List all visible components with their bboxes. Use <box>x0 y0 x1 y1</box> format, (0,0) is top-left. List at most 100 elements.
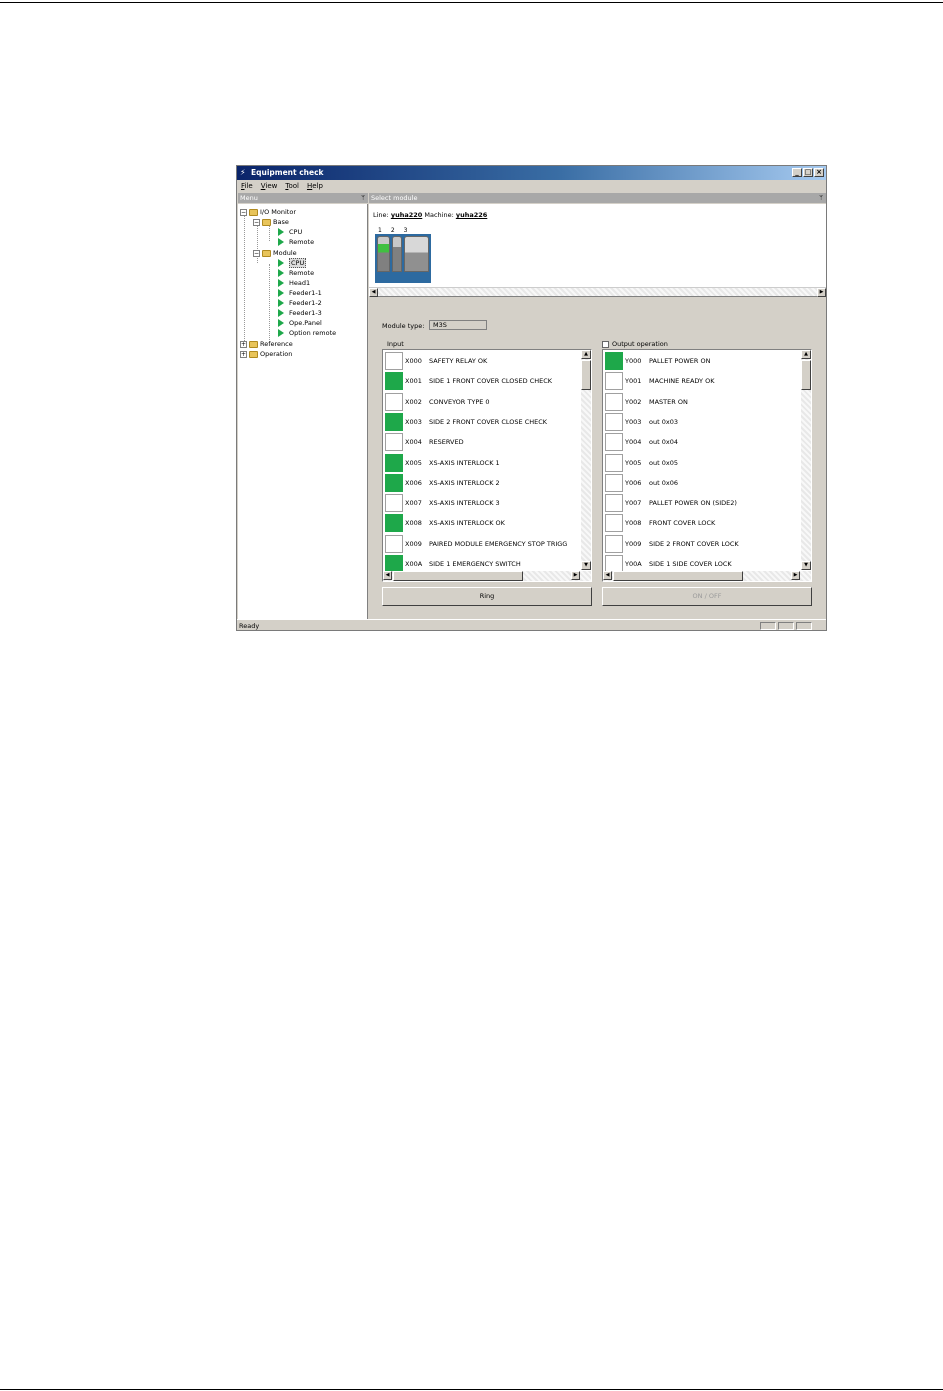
status-panel <box>760 622 776 630</box>
list-item[interactable]: X000 SAFETY RELAY OK <box>384 351 580 371</box>
scroll-left-icon[interactable]: ◀ <box>383 571 392 580</box>
list-item[interactable]: Y009 SIDE 2 FRONT COVER LOCK <box>604 534 800 554</box>
minimize-button[interactable]: _ <box>792 168 802 177</box>
module-slot-2[interactable] <box>392 236 402 272</box>
scroll-right-icon[interactable]: ▶ <box>571 571 580 580</box>
tree-module-cpu[interactable]: CPU <box>278 258 307 268</box>
status-lamp[interactable] <box>605 453 623 472</box>
menu-view[interactable]: View <box>261 180 278 192</box>
tree-reference[interactable]: + Reference <box>240 339 293 349</box>
module-area-scrollbar[interactable]: ◀ ▶ <box>369 287 826 297</box>
menu-tool[interactable]: Tool <box>285 180 299 192</box>
status-lamp[interactable] <box>605 534 623 553</box>
scroll-thumb[interactable] <box>393 571 523 581</box>
status-lamp[interactable] <box>605 473 623 492</box>
status-bar: Ready <box>237 619 826 630</box>
tree-module-feeder1-2[interactable]: Feeder1-2 <box>278 298 322 308</box>
machine-rack-image[interactable] <box>375 234 431 283</box>
tree-base-cpu[interactable]: CPU <box>278 227 302 237</box>
tree-module[interactable]: − Module <box>253 248 297 258</box>
scroll-left-icon[interactable]: ◀ <box>369 288 378 297</box>
output-vscrollbar[interactable]: ▲ ▼ <box>801 350 811 570</box>
list-item[interactable]: X004 RESERVED <box>384 432 580 452</box>
tree-module-head1[interactable]: Head1 <box>278 278 310 288</box>
machine-value[interactable]: yuha226 <box>456 211 487 219</box>
scroll-thumb[interactable] <box>801 360 811 390</box>
collapse-icon[interactable]: − <box>253 218 260 226</box>
status-lamp[interactable] <box>605 494 623 513</box>
tree-module-ope-panel[interactable]: Ope.Panel <box>278 318 322 328</box>
list-item[interactable]: X003 SIDE 2 FRONT COVER CLOSE CHECK <box>384 412 580 432</box>
title-bar[interactable]: ⚡ Equipment check _ □ × <box>237 166 826 180</box>
output-operation-label[interactable]: Output operation <box>602 340 668 348</box>
scroll-right-icon[interactable]: ▶ <box>817 288 826 297</box>
pin-icon[interactable]: ᛘ <box>819 193 823 203</box>
scroll-down-icon[interactable]: ▼ <box>801 561 811 570</box>
list-item[interactable]: X001 SIDE 1 FRONT COVER CLOSED CHECK <box>384 371 580 391</box>
status-lamp[interactable] <box>605 352 623 370</box>
list-item[interactable]: Y002 MASTER ON <box>604 392 800 412</box>
io-address: Y000 <box>625 357 642 365</box>
status-lamp[interactable] <box>605 433 623 452</box>
tree-io-monitor[interactable]: − I/O Monitor <box>240 207 296 217</box>
tree-operation[interactable]: + Operation <box>240 349 292 359</box>
status-lamp[interactable] <box>605 392 623 411</box>
io-address: X006 <box>405 478 422 487</box>
menu-file[interactable]: File <box>241 180 253 192</box>
pin-icon[interactable]: ᛘ <box>361 193 365 203</box>
list-item[interactable]: Y006 out 0x06 <box>604 473 800 493</box>
input-vscrollbar[interactable]: ▲ ▼ <box>581 350 591 570</box>
list-item[interactable]: X005 XS-AXIS INTERLOCK 1 <box>384 453 580 473</box>
scroll-up-icon[interactable]: ▲ <box>801 350 811 359</box>
list-item[interactable]: Y004 out 0x04 <box>604 432 800 452</box>
list-item[interactable]: X002 CONVEYOR TYPE 0 <box>384 392 580 412</box>
status-lamp <box>385 433 403 452</box>
expand-icon[interactable]: + <box>240 350 247 358</box>
status-lamp <box>385 534 403 553</box>
status-lamp[interactable] <box>605 372 623 391</box>
tree-module-feeder1-3[interactable]: Feeder1-3 <box>278 308 322 318</box>
line-machine-info: Line: yuha220 Machine: yuha226 <box>373 211 487 219</box>
expand-icon[interactable]: + <box>240 340 247 348</box>
output-operation-checkbox[interactable] <box>602 340 609 348</box>
list-item[interactable]: X007 XS-AXIS INTERLOCK 3 <box>384 493 580 513</box>
list-item[interactable]: Y001 MACHINE READY OK <box>604 371 800 391</box>
module-slot-1[interactable] <box>377 236 390 272</box>
scroll-down-icon[interactable]: ▼ <box>581 561 591 570</box>
menu-help[interactable]: Help <box>307 180 323 192</box>
input-hscrollbar[interactable]: ◀ ▶ <box>383 571 591 581</box>
collapse-icon[interactable]: − <box>240 208 247 216</box>
list-item[interactable]: Y000 PALLET POWER ON <box>604 351 800 371</box>
tree-base[interactable]: − Base <box>253 217 289 227</box>
scroll-up-icon[interactable]: ▲ <box>581 350 591 359</box>
status-lamp[interactable] <box>605 514 623 533</box>
module-slot-3[interactable] <box>404 236 429 272</box>
tree-module-option-remote[interactable]: Option remote <box>278 328 336 338</box>
collapse-icon[interactable]: − <box>253 249 260 257</box>
list-item[interactable]: X006 XS-AXIS INTERLOCK 2 <box>384 473 580 493</box>
tree-base-remote[interactable]: Remote <box>278 237 314 247</box>
scroll-left-icon[interactable]: ◀ <box>603 571 612 580</box>
list-item[interactable]: Y003 out 0x03 <box>604 412 800 432</box>
output-hscrollbar[interactable]: ◀ ▶ <box>603 571 811 581</box>
module-type-field: M3S <box>429 320 487 330</box>
scroll-thumb[interactable] <box>581 360 591 390</box>
io-address: Y006 <box>625 478 642 487</box>
list-item[interactable]: Y008 FRONT COVER LOCK <box>604 513 800 533</box>
tree-module-feeder1-1[interactable]: Feeder1-1 <box>278 288 322 298</box>
ring-button[interactable]: Ring <box>382 587 592 606</box>
list-item[interactable]: Y005 out 0x05 <box>604 453 800 473</box>
status-lamp[interactable] <box>605 412 623 431</box>
tree-module-remote[interactable]: Remote <box>278 268 314 278</box>
page-top-rule <box>0 2 943 3</box>
scroll-thumb[interactable] <box>613 571 743 581</box>
scroll-right-icon[interactable]: ▶ <box>791 571 800 580</box>
list-item[interactable]: X009 PAIRED MODULE EMERGENCY STOP TRIGG <box>384 534 580 554</box>
list-item[interactable]: Y007 PALLET POWER ON (SIDE2) <box>604 493 800 513</box>
io-address: Y00A <box>625 560 642 568</box>
on-off-button[interactable]: ON / OFF <box>602 587 812 606</box>
line-value[interactable]: yuha220 <box>391 211 422 219</box>
maximize-button[interactable]: □ <box>803 168 813 177</box>
close-button[interactable]: × <box>814 168 824 177</box>
list-item[interactable]: X008 XS-AXIS INTERLOCK OK <box>384 513 580 533</box>
